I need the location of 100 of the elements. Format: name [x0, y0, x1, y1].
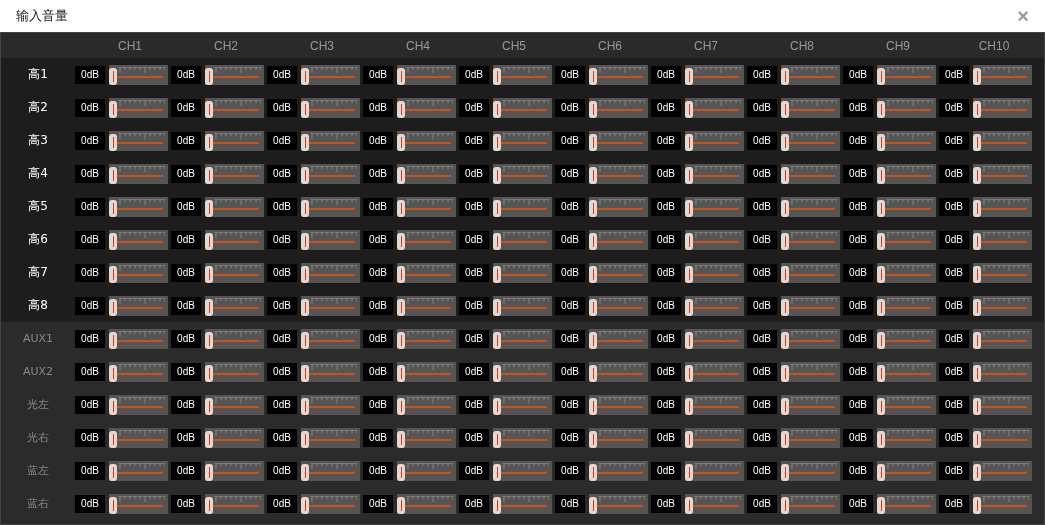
slider-thumb[interactable] — [205, 232, 213, 250]
slider-thumb[interactable] — [397, 100, 405, 118]
slider-thumb[interactable] — [685, 166, 693, 184]
volume-slider[interactable] — [589, 130, 648, 151]
volume-slider[interactable] — [493, 229, 552, 250]
slider-thumb[interactable] — [685, 265, 693, 283]
volume-slider[interactable] — [781, 262, 840, 283]
volume-slider[interactable] — [877, 196, 936, 217]
slider-thumb[interactable] — [397, 298, 405, 316]
slider-thumb[interactable] — [493, 265, 501, 283]
slider-thumb[interactable] — [301, 265, 309, 283]
slider-thumb[interactable] — [589, 67, 597, 85]
volume-slider[interactable] — [781, 229, 840, 250]
slider-thumb[interactable] — [877, 133, 885, 151]
volume-slider[interactable] — [397, 163, 456, 184]
volume-slider[interactable] — [493, 196, 552, 217]
volume-slider[interactable] — [493, 130, 552, 151]
slider-thumb[interactable] — [109, 298, 117, 316]
slider-thumb[interactable] — [109, 100, 117, 118]
volume-slider[interactable] — [109, 130, 168, 151]
volume-slider[interactable] — [685, 130, 744, 151]
volume-slider[interactable] — [109, 64, 168, 85]
slider-thumb[interactable] — [109, 265, 117, 283]
volume-slider[interactable] — [109, 295, 168, 316]
volume-slider[interactable] — [781, 64, 840, 85]
volume-slider[interactable] — [397, 64, 456, 85]
slider-thumb[interactable] — [397, 133, 405, 151]
slider-thumb[interactable] — [877, 199, 885, 217]
slider-thumb[interactable] — [205, 133, 213, 151]
slider-thumb[interactable] — [589, 232, 597, 250]
slider-thumb[interactable] — [397, 166, 405, 184]
slider-thumb[interactable] — [205, 67, 213, 85]
slider-thumb[interactable] — [109, 166, 117, 184]
slider-thumb[interactable] — [781, 232, 789, 250]
volume-slider[interactable] — [205, 130, 264, 151]
slider-thumb[interactable] — [685, 199, 693, 217]
volume-slider[interactable] — [685, 229, 744, 250]
volume-slider[interactable] — [589, 97, 648, 118]
slider-thumb[interactable] — [877, 232, 885, 250]
slider-thumb[interactable] — [973, 67, 981, 85]
slider-thumb[interactable] — [589, 100, 597, 118]
volume-slider[interactable] — [685, 295, 744, 316]
volume-slider[interactable] — [685, 97, 744, 118]
slider-thumb[interactable] — [109, 199, 117, 217]
slider-thumb[interactable] — [973, 298, 981, 316]
slider-thumb[interactable] — [781, 166, 789, 184]
slider-thumb[interactable] — [781, 298, 789, 316]
volume-slider[interactable] — [493, 163, 552, 184]
slider-thumb[interactable] — [973, 100, 981, 118]
slider-thumb[interactable] — [205, 265, 213, 283]
volume-slider[interactable] — [397, 97, 456, 118]
volume-slider[interactable] — [973, 262, 1032, 283]
slider-thumb[interactable] — [493, 232, 501, 250]
slider-thumb[interactable] — [205, 100, 213, 118]
slider-thumb[interactable] — [877, 67, 885, 85]
volume-slider[interactable] — [205, 196, 264, 217]
volume-slider[interactable] — [301, 64, 360, 85]
volume-slider[interactable] — [301, 229, 360, 250]
slider-thumb[interactable] — [397, 265, 405, 283]
close-button[interactable]: × — [1015, 6, 1031, 26]
slider-thumb[interactable] — [781, 265, 789, 283]
slider-thumb[interactable] — [109, 133, 117, 151]
volume-slider[interactable] — [493, 64, 552, 85]
volume-slider[interactable] — [205, 229, 264, 250]
volume-slider[interactable] — [301, 130, 360, 151]
slider-thumb[interactable] — [973, 265, 981, 283]
slider-thumb[interactable] — [685, 100, 693, 118]
slider-thumb[interactable] — [205, 166, 213, 184]
volume-slider[interactable] — [877, 97, 936, 118]
slider-thumb[interactable] — [301, 232, 309, 250]
slider-thumb[interactable] — [877, 100, 885, 118]
volume-slider[interactable] — [301, 262, 360, 283]
volume-slider[interactable] — [397, 196, 456, 217]
volume-slider[interactable] — [205, 64, 264, 85]
slider-thumb[interactable] — [493, 100, 501, 118]
volume-slider[interactable] — [973, 64, 1032, 85]
volume-slider[interactable] — [397, 229, 456, 250]
volume-slider[interactable] — [109, 262, 168, 283]
slider-thumb[interactable] — [589, 166, 597, 184]
volume-slider[interactable] — [877, 229, 936, 250]
slider-thumb[interactable] — [973, 232, 981, 250]
slider-thumb[interactable] — [301, 199, 309, 217]
volume-slider[interactable] — [109, 97, 168, 118]
slider-thumb[interactable] — [301, 133, 309, 151]
slider-thumb[interactable] — [205, 298, 213, 316]
volume-slider[interactable] — [205, 163, 264, 184]
volume-slider[interactable] — [973, 97, 1032, 118]
slider-thumb[interactable] — [589, 133, 597, 151]
volume-slider[interactable] — [973, 295, 1032, 316]
slider-thumb[interactable] — [781, 199, 789, 217]
slider-thumb[interactable] — [397, 199, 405, 217]
volume-slider[interactable] — [493, 262, 552, 283]
slider-thumb[interactable] — [301, 166, 309, 184]
volume-slider[interactable] — [973, 130, 1032, 151]
slider-thumb[interactable] — [109, 232, 117, 250]
volume-slider[interactable] — [109, 163, 168, 184]
slider-thumb[interactable] — [781, 100, 789, 118]
volume-slider[interactable] — [877, 130, 936, 151]
slider-thumb[interactable] — [781, 67, 789, 85]
volume-slider[interactable] — [781, 97, 840, 118]
